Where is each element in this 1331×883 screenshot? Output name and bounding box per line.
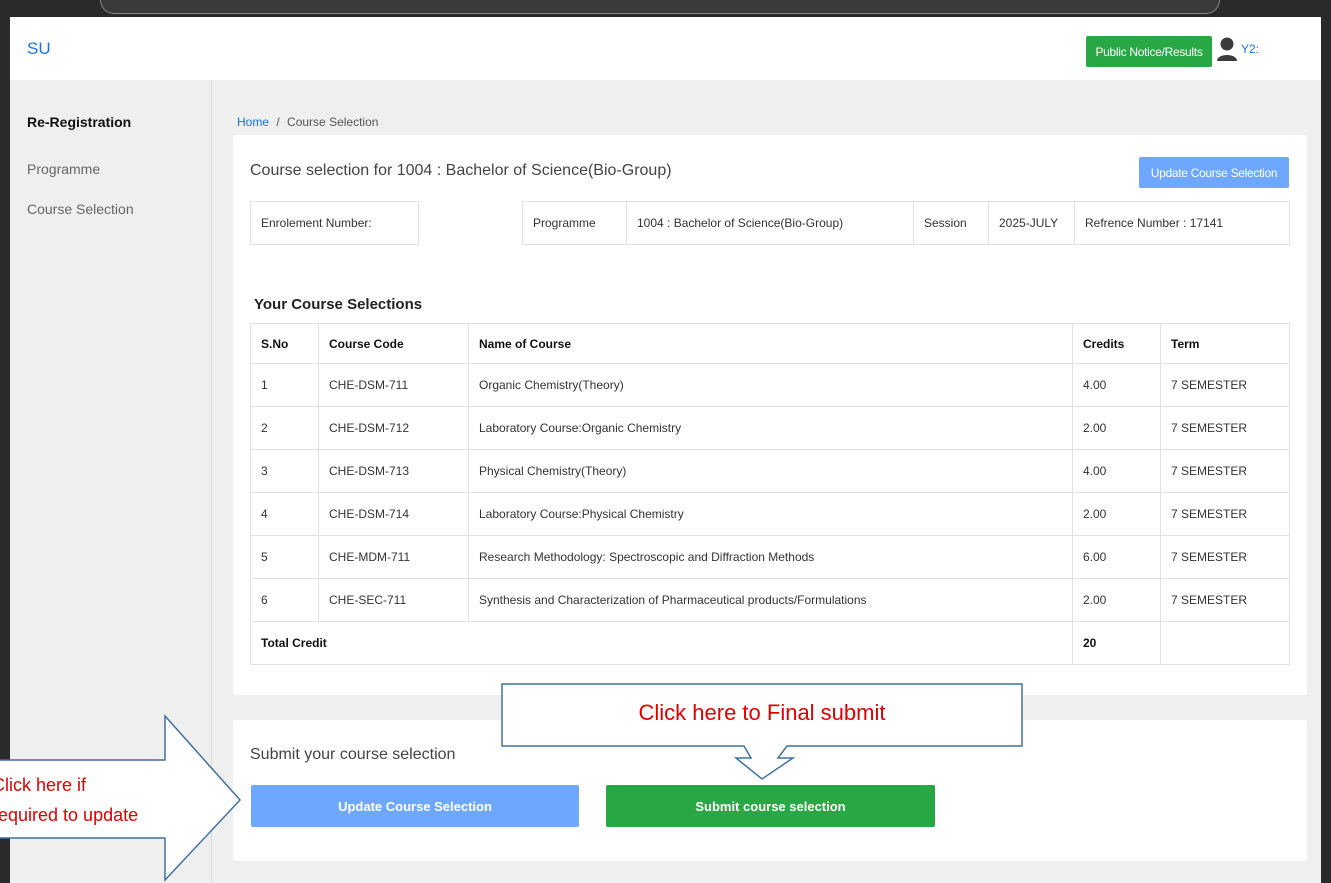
- cell-sno: 1: [250, 363, 319, 407]
- cell-name: Synthesis and Characterization of Pharma…: [468, 578, 1073, 622]
- cell-name: Organic Chemistry(Theory): [468, 363, 1073, 407]
- update-annotation-line1: Click here if: [0, 775, 87, 795]
- cell-code: CHE-DSM-714: [318, 492, 469, 536]
- window-frame-right: [1321, 17, 1331, 883]
- course-selection-card: Course selection for 1004 : Bachelor of …: [233, 135, 1307, 695]
- cell-name: Physical Chemistry(Theory): [468, 449, 1073, 493]
- breadcrumb-current: Course Selection: [287, 115, 379, 129]
- card-title: Course selection for 1004 : Bachelor of …: [250, 162, 672, 179]
- cell-code: CHE-DSM-712: [318, 406, 469, 450]
- reference-number: Refrence Number : 17141: [1074, 201, 1290, 245]
- column-header: S.No: [250, 323, 319, 364]
- breadcrumb-home-link[interactable]: Home: [237, 115, 269, 129]
- cell-credits: 4.00: [1072, 449, 1161, 493]
- sidebar: Re-Registration Programme Course Selecti…: [10, 80, 212, 883]
- update-course-selection-button-top[interactable]: Update Course Selection: [1139, 157, 1289, 188]
- cell-sno: 5: [250, 535, 319, 579]
- table-row: 4 CHE-DSM-714 Laboratory Course:Physical…: [250, 492, 1290, 536]
- cell-term: 7 SEMESTER: [1160, 492, 1290, 536]
- total-row: Total Credit 20: [250, 621, 1290, 665]
- sidebar-item-programme[interactable]: Programme: [27, 161, 100, 177]
- table-row: 3 CHE-DSM-713 Physical Chemistry(Theory)…: [250, 449, 1290, 493]
- cell-term: 7 SEMESTER: [1160, 363, 1290, 407]
- app-window: SU Public Notice/Results Y2: Re-Registra…: [10, 17, 1321, 883]
- cell-term: 7 SEMESTER: [1160, 578, 1290, 622]
- table-row: 1 CHE-DSM-711 Organic Chemistry(Theory) …: [250, 363, 1290, 407]
- submit-course-selection-button[interactable]: Submit course selection: [606, 785, 935, 827]
- column-header: Credits: [1072, 323, 1161, 364]
- cell-code: CHE-DSM-711: [318, 363, 469, 407]
- session-label: Session: [913, 201, 989, 245]
- cell-name: Laboratory Course:Organic Chemistry: [468, 406, 1073, 450]
- update-annotation: Click here if required to update: [0, 770, 138, 830]
- window-frame-pill: [100, 0, 1220, 14]
- column-header: Name of Course: [468, 323, 1073, 364]
- breadcrumb-separator: /: [276, 115, 280, 129]
- enrolment-value: [418, 201, 523, 245]
- table-row: 6 CHE-SEC-711 Synthesis and Characteriza…: [250, 578, 1290, 622]
- sidebar-item-course-selection[interactable]: Course Selection: [27, 201, 134, 217]
- cell-code: CHE-SEC-711: [318, 578, 469, 622]
- cell-credits: 4.00: [1072, 363, 1161, 407]
- cell-sno: 6: [250, 578, 319, 622]
- cell-term: 7 SEMESTER: [1160, 406, 1290, 450]
- cell-credits: 2.00: [1072, 492, 1161, 536]
- sidebar-heading: Re-Registration: [27, 114, 132, 130]
- window-frame-top: [0, 0, 1331, 17]
- programme-label: Programme: [522, 201, 627, 245]
- brand-logo[interactable]: SU: [27, 39, 51, 59]
- programme-value: 1004 : Bachelor of Science(Bio-Group): [626, 201, 914, 245]
- table-row: 5 CHE-MDM-711 Research Methodology: Spec…: [250, 535, 1290, 579]
- enrolment-label: Enrolement Number:: [250, 201, 419, 245]
- main-content: Home / Course Selection Course selection…: [213, 80, 1321, 883]
- session-value: 2025-JULY: [988, 201, 1075, 245]
- total-label: Total Credit: [250, 621, 1073, 665]
- cell-term: 7 SEMESTER: [1160, 535, 1290, 579]
- registration-info-table: Enrolement Number: Programme 1004 : Bach…: [250, 201, 1290, 245]
- submit-card: Submit your course selection Update Cour…: [233, 720, 1307, 861]
- cell-code: CHE-MDM-711: [318, 535, 469, 579]
- cell-code: CHE-DSM-713: [318, 449, 469, 493]
- column-header: Course Code: [318, 323, 469, 364]
- cell-credits: 2.00: [1072, 406, 1161, 450]
- top-navbar: SU Public Notice/Results Y2:: [10, 17, 1321, 80]
- cell-sno: 4: [250, 492, 319, 536]
- breadcrumb: Home / Course Selection: [237, 115, 378, 129]
- cell-credits: 6.00: [1072, 535, 1161, 579]
- cell-sno: 2: [250, 406, 319, 450]
- total-value: 20: [1072, 621, 1161, 665]
- column-header: Term: [1160, 323, 1290, 364]
- total-empty: [1160, 621, 1290, 665]
- user-name[interactable]: Y2:: [1241, 42, 1259, 56]
- user-avatar-icon[interactable]: [1216, 37, 1238, 61]
- table-row: 2 CHE-DSM-712 Laboratory Course:Organic …: [250, 406, 1290, 450]
- selections-title: Your Course Selections: [254, 296, 423, 313]
- table-header-row: S.No Course Code Name of Course Credits …: [250, 323, 1290, 364]
- window-frame-left: [0, 17, 10, 883]
- submit-title: Submit your course selection: [250, 746, 456, 763]
- update-annotation-line2: required to update: [0, 805, 139, 825]
- update-course-selection-button[interactable]: Update Course Selection: [251, 785, 579, 827]
- cell-name: Research Methodology: Spectroscopic and …: [468, 535, 1073, 579]
- cell-name: Laboratory Course:Physical Chemistry: [468, 492, 1073, 536]
- final-submit-annotation: Click here to Final submit: [638, 700, 886, 725]
- course-table: S.No Course Code Name of Course Credits …: [250, 323, 1290, 665]
- public-notice-button[interactable]: Public Notice/Results: [1086, 36, 1212, 67]
- cell-sno: 3: [250, 449, 319, 493]
- cell-term: 7 SEMESTER: [1160, 449, 1290, 493]
- cell-credits: 2.00: [1072, 578, 1161, 622]
